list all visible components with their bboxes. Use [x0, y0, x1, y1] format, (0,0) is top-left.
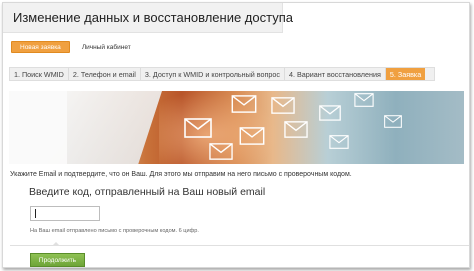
verification-code-input[interactable]: [30, 206, 100, 221]
page-title: Изменение данных и восстановление доступ…: [13, 10, 293, 25]
envelope-icon: [384, 115, 402, 128]
envelope-icon: [354, 93, 374, 107]
email-banner-image: [9, 91, 464, 164]
top-nav: Новая заявка Личный кабинет: [11, 40, 131, 54]
envelope-icon: [271, 97, 295, 114]
step-recovery-option[interactable]: 4. Вариант восстановления: [285, 68, 386, 80]
envelope-icon: [231, 95, 257, 113]
envelope-icon: [329, 135, 349, 149]
envelope-icon: [209, 143, 233, 160]
app-window: Изменение данных и восстановление доступ…: [2, 2, 470, 268]
laptop-screen-graphic: [9, 91, 67, 164]
envelope-icon: [319, 105, 341, 121]
page-header: Изменение данных и восстановление доступ…: [3, 3, 293, 33]
envelope-icon: [284, 121, 308, 138]
divider: [10, 245, 469, 246]
step-request[interactable]: 5. Заявка: [385, 68, 426, 80]
wizard-steps: 1. Поиск WMID 2. Телефон и email 3. Дост…: [9, 67, 435, 81]
continue-button[interactable]: Продолжить: [30, 253, 85, 267]
new-request-button[interactable]: Новая заявка: [11, 41, 70, 53]
step-access-question[interactable]: 3. Доступ к WMID и контрольный вопрос: [141, 68, 285, 80]
code-hint-text: На Ваш email отправлено письмо с проверо…: [30, 228, 199, 234]
envelope-icon: [184, 118, 212, 138]
text-caret: [35, 209, 36, 218]
divider-notch: [52, 242, 60, 246]
code-field-label: Введите код, отправленный на Ваш новый e…: [29, 186, 266, 198]
step-search-wmid[interactable]: 1. Поиск WMID: [10, 68, 69, 80]
envelope-icon: [239, 127, 265, 145]
email-instruction-text: Укажите Email и подтвердите, что он Ваш.…: [10, 171, 352, 178]
personal-account-link[interactable]: Личный кабинет: [82, 44, 131, 51]
step-phone-email[interactable]: 2. Телефон и email: [69, 68, 141, 80]
